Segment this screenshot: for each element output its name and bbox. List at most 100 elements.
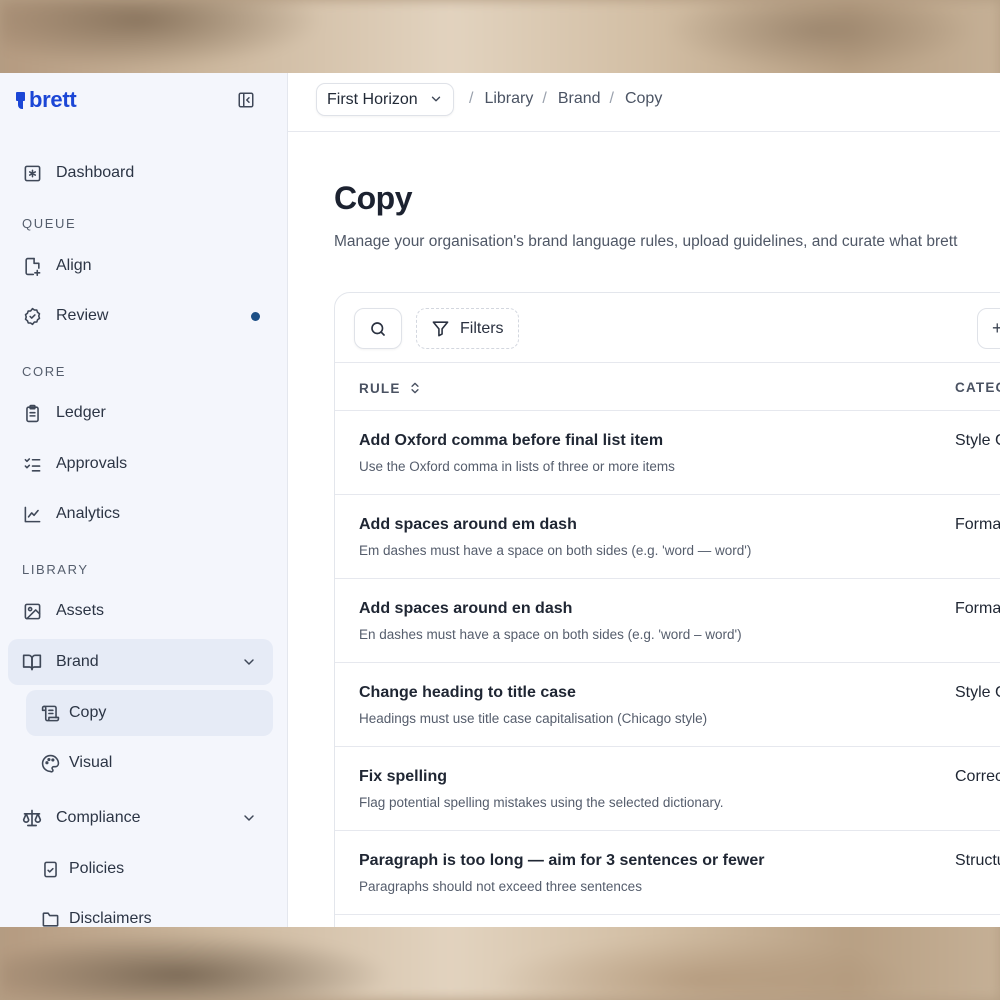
breadcrumb-copy: Copy: [624, 90, 663, 107]
breadcrumb-brand[interactable]: Brand: [558, 90, 601, 108]
sidebar-item-assets[interactable]: Assets: [8, 588, 273, 634]
page-title: Copy: [334, 180, 413, 216]
review-indicator-dot: [251, 312, 260, 321]
sidebar-item-visual[interactable]: Visual: [26, 740, 273, 786]
sidebar-item-label: Copy: [69, 704, 107, 721]
column-header-rule[interactable]: RULE: [359, 380, 424, 396]
rule-description: Headings must use title case capitalisat…: [359, 711, 708, 726]
rule-description: Em dashes must have a space on both side…: [359, 543, 752, 558]
list-checks-icon: [22, 454, 42, 474]
section-label-core: CORE: [22, 364, 66, 379]
organisation-name: First Horizon: [327, 90, 418, 108]
sidebar-item-label: Align: [56, 257, 92, 274]
rule-description: Flag potential spelling mistakes using t…: [359, 795, 724, 810]
badge-check-icon: [22, 306, 42, 326]
table-row[interactable]: Add spaces around en dash En dashes must…: [335, 579, 1000, 663]
sidebar-item-label: Approvals: [56, 455, 128, 472]
scroll-text-icon: [40, 703, 60, 723]
folder-icon: [40, 909, 60, 927]
table-row[interactable]: Change heading to title case Headings mu…: [335, 663, 1000, 747]
chevron-down-icon: [239, 808, 259, 828]
logo-mark-icon: [16, 91, 25, 109]
search-button[interactable]: [354, 308, 402, 349]
table-row[interactable]: Fix spelling Flag potential spelling mis…: [335, 747, 1000, 831]
rule-category: Formatting: [955, 600, 1000, 617]
rule-category: Style Guide: [955, 432, 1000, 449]
rule-title: Add spaces around em dash: [359, 516, 577, 533]
search-icon: [371, 321, 385, 336]
palette-icon: [40, 753, 60, 773]
table-toolbar: Filters +: [335, 293, 1000, 363]
column-header-category[interactable]: CATEGORY: [955, 380, 1000, 395]
sidebar-item-ledger[interactable]: Ledger: [8, 390, 273, 436]
section-label-queue: QUEUE: [22, 216, 77, 231]
logo-text: brett: [29, 87, 77, 112]
asterisk-square-icon: [22, 163, 42, 183]
sidebar-item-disclaimers[interactable]: Disclaimers: [26, 896, 273, 927]
sidebar-item-label: Policies: [69, 860, 125, 877]
table-row[interactable]: Add Oxford comma before final list item …: [335, 411, 1000, 495]
rule-title: Change heading to title case: [359, 684, 576, 701]
page-description: Manage your organisation's brand languag…: [334, 233, 958, 250]
scale-icon: [22, 808, 42, 828]
sidebar-item-label: Review: [56, 307, 109, 324]
sidebar-item-label: Visual: [69, 754, 113, 771]
sidebar-item-compliance[interactable]: Compliance: [8, 795, 273, 841]
sidebar-item-policies[interactable]: Policies: [26, 846, 273, 892]
rule-category: Structure: [955, 852, 1000, 869]
add-rule-label: +: [992, 318, 1000, 339]
section-label-library: LIBRARY: [22, 562, 89, 577]
sidebar-item-label: Analytics: [56, 505, 121, 522]
rule-title: Add spaces around en dash: [359, 600, 573, 617]
app-window: brett Dashboard QUEUE Align Review CORE: [0, 73, 1000, 927]
line-chart-icon: [22, 504, 42, 524]
panel-left-icon: [238, 92, 254, 108]
chevron-down-icon: [239, 652, 259, 672]
file-plus-icon: [22, 256, 42, 276]
image-icon: [22, 601, 42, 621]
add-rule-button[interactable]: +: [977, 308, 1000, 349]
sidebar-item-label: Assets: [56, 602, 105, 619]
rule-category: Correctness: [955, 768, 1000, 785]
book-open-icon: [22, 652, 42, 672]
clipboard-icon: [22, 403, 42, 423]
sidebar-item-brand[interactable]: Brand: [8, 639, 273, 685]
rule-description: Paragraphs should not exceed three sente…: [359, 879, 642, 894]
rule-category: Formatting: [955, 516, 1000, 533]
sidebar-item-approvals[interactable]: Approvals: [8, 441, 273, 487]
brett-logo[interactable]: brett: [16, 87, 77, 113]
sidebar-item-label: Ledger: [56, 404, 106, 421]
sidebar-item-align[interactable]: Align: [8, 243, 273, 289]
sidebar-item-copy[interactable]: Copy: [26, 690, 273, 736]
chevron-down-icon: [429, 92, 443, 106]
table-row[interactable]: Add spaces around em dash Em dashes must…: [335, 495, 1000, 579]
table-row[interactable]: Paragraph is too long — aim for 3 senten…: [335, 831, 1000, 915]
file-check-icon: [40, 859, 60, 879]
rule-category: Style Guide: [955, 684, 1000, 701]
sidebar-item-analytics[interactable]: Analytics: [8, 491, 273, 537]
sidebar: brett Dashboard QUEUE Align Review CORE: [0, 73, 288, 927]
sidebar-item-dashboard[interactable]: Dashboard: [8, 150, 273, 196]
filter-icon: [431, 319, 451, 339]
rule-title: Paragraph is too long — aim for 3 senten…: [359, 852, 765, 869]
filters-label: Filters: [460, 319, 504, 337]
sidebar-item-label: Brand: [56, 653, 99, 670]
table-header: RULE CATEGORY: [335, 363, 1000, 411]
sidebar-item-review[interactable]: Review: [8, 293, 273, 339]
breadcrumb-library[interactable]: Library: [484, 90, 533, 108]
breadcrumb: / Library / Brand / Copy: [469, 90, 663, 108]
sort-icon[interactable]: [408, 380, 424, 396]
rule-description: Use the Oxford comma in lists of three o…: [359, 459, 675, 474]
main-content: First Horizon / Library / Brand / Copy C…: [288, 73, 1000, 927]
rules-table-card: Filters + RULE CATEGORY Add Oxford: [334, 292, 1000, 927]
sidebar-item-label: Compliance: [56, 809, 141, 826]
rule-title: Add Oxford comma before final list item: [359, 432, 664, 449]
filters-button[interactable]: Filters: [416, 308, 519, 349]
rule-title: Fix spelling: [359, 768, 448, 785]
topbar: First Horizon / Library / Brand / Copy: [288, 73, 1000, 132]
sidebar-item-label: Dashboard: [56, 164, 135, 181]
rule-description: En dashes must have a space on both side…: [359, 627, 742, 642]
collapse-sidebar-button[interactable]: [236, 90, 256, 110]
sidebar-item-label: Disclaimers: [69, 910, 152, 927]
organisation-select[interactable]: First Horizon: [316, 83, 454, 116]
